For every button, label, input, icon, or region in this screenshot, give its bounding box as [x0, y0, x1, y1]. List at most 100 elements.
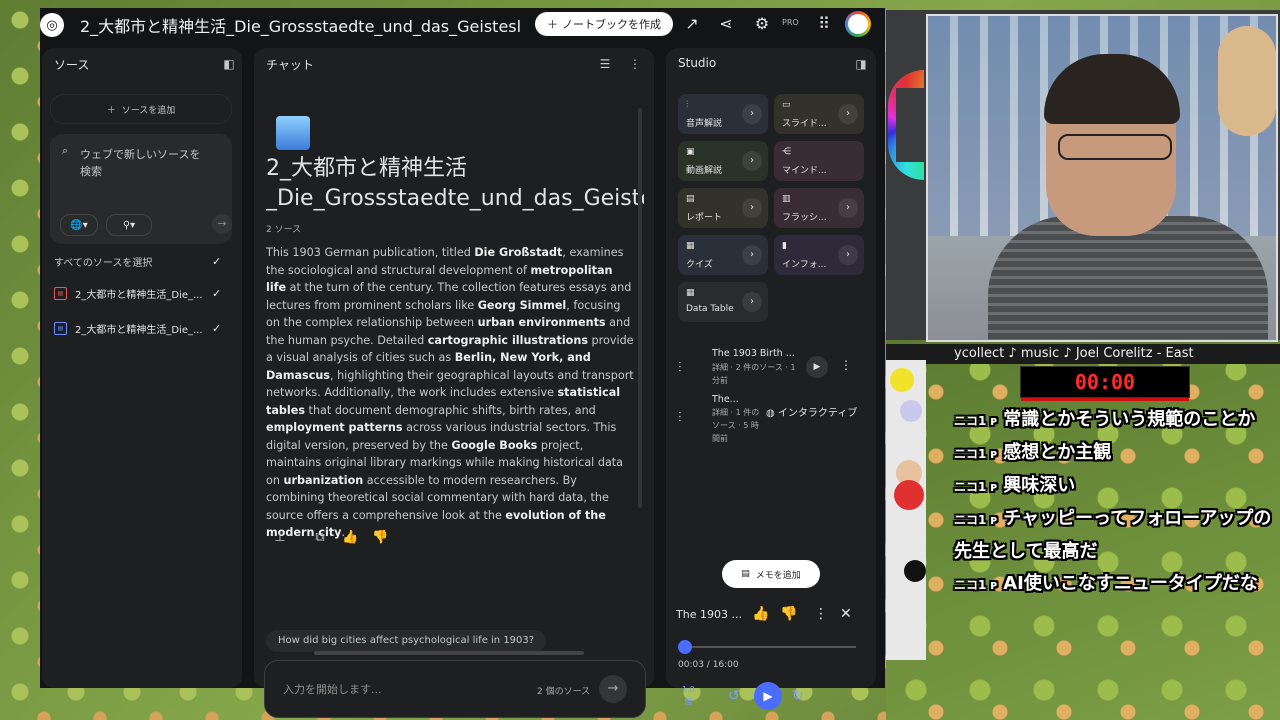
create-notebook-button[interactable]: ＋ ノートブックを作成	[535, 12, 673, 36]
forward-10-icon[interactable]: ↻	[792, 688, 804, 704]
analytics-icon[interactable]: ↗	[682, 14, 702, 34]
tool-label: マインド...	[782, 166, 827, 176]
source-checkbox[interactable]: ✓	[212, 323, 224, 335]
sources-title: ソース	[54, 58, 90, 72]
collapse-studio-icon[interactable]: ◨	[854, 57, 868, 71]
select-all-checkbox[interactable]: ✓	[212, 256, 224, 268]
apps-grid-icon[interactable]: ⠿	[814, 14, 834, 34]
tool-quiz[interactable]: ▦ クイズ ›	[678, 235, 768, 275]
arrow-right-icon: ›	[742, 245, 762, 265]
document-icon: ▤	[54, 322, 67, 335]
chat-title: チャット	[266, 58, 314, 72]
audio-wave-icon: ⫶	[678, 410, 682, 426]
interactive-label: インタラクティブ	[777, 408, 858, 419]
close-icon[interactable]: ✕	[840, 606, 852, 622]
comment-source: ニコ1 ᴘ	[954, 447, 998, 461]
playback-scrubber[interactable]	[678, 640, 692, 654]
web-search-input[interactable]: ウェブで新しいソースを検索	[80, 146, 210, 180]
chat-scrollbar[interactable]	[638, 108, 642, 508]
settings-gear-icon[interactable]: ⚙	[752, 14, 772, 34]
playback-progress-track[interactable]	[684, 646, 856, 648]
comment-line: ニコ1 ᴘ チャッピーってフォローアップの先生として最高だ	[954, 503, 1274, 568]
paint-dot	[890, 368, 914, 392]
source-item-label: 2_大都市と精神生活_Die_...	[75, 290, 203, 301]
play-icon[interactable]: ▶	[806, 356, 828, 378]
more-options-icon[interactable]: ⋮	[628, 57, 642, 71]
note-meta: 詳細 · 1 件のソース · 5 時間前	[712, 408, 760, 443]
tool-slides[interactable]: ▭ スライド... ›	[774, 94, 864, 134]
tool-report[interactable]: ▤ レポート ›	[678, 188, 768, 228]
play-button[interactable]: ▶	[754, 682, 782, 710]
chat-panel: チャット ☰ ⋮ 2_大都市と精神生活 _Die_Grossstaedte_un…	[254, 48, 654, 718]
add-source-button[interactable]: ＋ ソースを追加	[50, 94, 232, 124]
arrow-right-icon: ›	[838, 104, 858, 124]
thumbs-up-icon[interactable]: 👍	[342, 530, 358, 546]
tool-infographic[interactable]: ▮ インフォ... ›	[774, 235, 864, 275]
research-mode-dropdown[interactable]: ⚲▾	[106, 214, 152, 236]
webcam-feed	[926, 14, 1278, 342]
pro-badge: PRO	[782, 18, 799, 27]
summary-highlight: Georg Simmel	[477, 298, 567, 312]
source-checkbox[interactable]: ✓	[212, 288, 224, 300]
tool-mindmap[interactable]: ⋲ マインド...	[774, 141, 864, 181]
summary-text: that document demographic shifts, birth …	[305, 403, 596, 417]
chat-input[interactable]: 入力を開始します... 2 個のソース →	[264, 660, 646, 718]
generated-note[interactable]: ⫶ The... 詳細 · 1 件のソース · 5 時間前 ◍ インタラクティブ	[666, 394, 876, 444]
pin-icon[interactable]: ⊥	[272, 530, 288, 546]
tool-audio-overview[interactable]: ⫶ 音声解説 ›	[678, 94, 768, 134]
send-arrow-icon[interactable]: →	[599, 675, 627, 703]
copy-icon[interactable]: ⧉	[312, 530, 328, 546]
source-item[interactable]: ▤ 2_大都市と精神生活_Die_...	[54, 286, 203, 301]
collapse-panel-icon[interactable]: ◧	[222, 57, 236, 71]
comment-source: ニコ1 ᴘ	[954, 414, 998, 428]
suggested-question-chip[interactable]: How did big cities affect psychological …	[266, 630, 547, 652]
thumbs-down-icon[interactable]: 👎	[780, 606, 797, 622]
source-item[interactable]: ▤ 2_大都市と精神生活_Die_...	[54, 321, 203, 336]
add-memo-button[interactable]: ▤ メモを追加	[722, 560, 820, 588]
note-title: The 1903 Birth ...	[712, 348, 795, 359]
flashcard-icon: ▥	[782, 194, 791, 204]
chat-settings-icon[interactable]: ☰	[598, 57, 612, 71]
paint-dot	[904, 560, 926, 582]
notebook-title[interactable]: 2_大都市と精神生活_Die_Grossstaedte_und_das_Geis…	[80, 13, 520, 37]
arrow-right-icon: ›	[838, 198, 858, 218]
playback-time: 00:03 / 16:00	[678, 660, 739, 670]
playback-speed-button[interactable]: 1.0 倍	[682, 684, 695, 708]
summary-text: This 1903 German publication, titled	[266, 246, 475, 259]
thumbs-up-icon[interactable]: 👍	[752, 606, 769, 622]
user-avatar[interactable]	[845, 11, 871, 37]
comment-line: ニコ1 ᴘ AI使いこなすニュータイプだな	[954, 568, 1274, 601]
share-icon[interactable]: ⋖	[716, 14, 736, 34]
interactive-icon: ◍	[766, 408, 775, 419]
app-logo-icon[interactable]: ◎	[40, 13, 64, 37]
web-source-dropdown[interactable]: 🌐▾	[60, 214, 98, 236]
comment-line: ニコ1 ᴘ 常識とかそういう規範のことか	[954, 404, 1274, 437]
tool-flashcards[interactable]: ▥ フラッシ... ›	[774, 188, 864, 228]
note-title: The...	[712, 394, 739, 405]
mindmap-icon: ⋲	[782, 147, 791, 157]
notebook-emoji-icon	[276, 116, 310, 150]
add-source-label: ソースを追加	[121, 105, 176, 116]
submit-arrow-icon[interactable]: →	[212, 214, 232, 234]
horizontal-scrollbar[interactable]	[314, 651, 584, 655]
generated-note[interactable]: ⫶ The 1903 Birth ... 詳細 · 2 件のソース · 1 分前…	[666, 346, 876, 390]
audio-wave-icon: ⫶	[678, 360, 682, 376]
more-options-icon[interactable]: ⋮	[840, 358, 852, 372]
studio-title: Studio	[678, 56, 717, 70]
more-options-icon[interactable]: ⋮	[814, 606, 828, 622]
interactive-mode-button[interactable]: ◍ インタラクティブ	[766, 404, 857, 419]
plus-icon: ＋	[106, 105, 116, 116]
notebook-app-window: ◎ 2_大都市と精神生活_Die_Grossstaedte_und_das_Ge…	[40, 8, 885, 718]
rewind-10-icon[interactable]: ↺	[728, 688, 740, 704]
summary-highlight: urban environments	[477, 316, 606, 329]
comment-source: ニコ1 ᴘ	[954, 513, 998, 527]
tool-video-overview[interactable]: ▣ 動画解説 ›	[678, 141, 768, 181]
audio-icon: ⫶	[686, 100, 689, 110]
tool-data-table[interactable]: ▦ Data Table ›	[678, 282, 768, 322]
quiz-icon: ▦	[686, 241, 695, 251]
source-count: 2 ソース	[266, 225, 302, 235]
slides-icon: ▭	[782, 100, 791, 110]
thumbs-down-icon[interactable]: 👎	[372, 530, 388, 546]
tool-label: クイズ	[686, 260, 713, 270]
web-search-box[interactable]: ⌕ ウェブで新しいソースを検索 🌐▾ ⚲▾ →	[50, 134, 232, 244]
